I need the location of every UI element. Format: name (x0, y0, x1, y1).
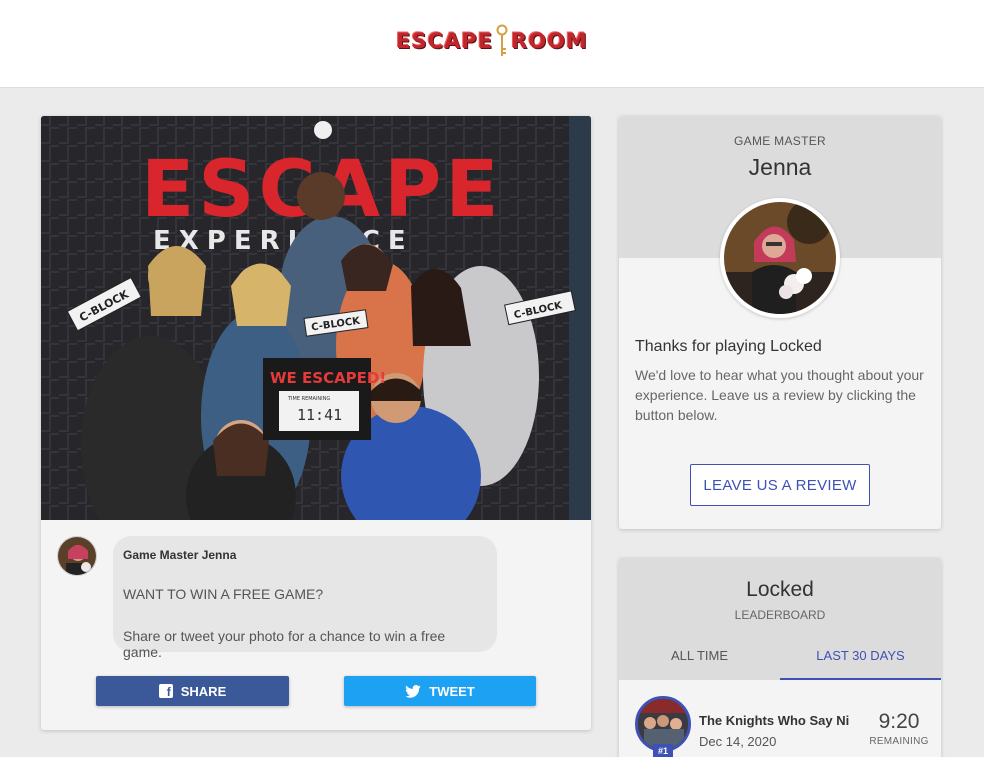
held-sign-time-label: TIME REMAINING (287, 396, 330, 402)
thanks-heading: Thanks for playing Locked (635, 338, 822, 355)
tweet-button[interactable]: TWEET (344, 676, 536, 706)
team-time: 9:20 (878, 710, 920, 733)
leaderboard-entry[interactable]: #1 The Knights Who Say Ni Dec 14, 2020 9… (619, 692, 941, 757)
escape-room-logo[interactable]: ESCAPE ROOM (396, 24, 588, 58)
leaderboard-room-title: Locked (746, 578, 814, 601)
held-sign-time: 11:41 (297, 406, 342, 424)
rank-badge: #1 (653, 744, 673, 757)
leaderboard-card: Locked LEADERBOARD ALL TIME LAST 30 DAYS… (619, 558, 941, 757)
game-master-label: GAME MASTER (734, 134, 826, 148)
message-headline: WANT TO WIN A FREE GAME? (123, 586, 324, 602)
message-author: Game Master Jenna (123, 548, 237, 562)
twitter-icon (405, 684, 422, 698)
logo-text-right: ROOM (511, 28, 588, 53)
share-label: SHARE (180, 683, 227, 699)
team-photo[interactable]: ESCAPE EXPERIENCE (41, 116, 591, 520)
team-name: The Knights Who Say Ni (699, 713, 850, 728)
key-icon (496, 24, 508, 56)
logo-text-left: ESCAPE (396, 28, 494, 53)
thanks-body: We'd love to hear what you thought about… (635, 367, 924, 423)
photo-card: ESCAPE EXPERIENCE (41, 116, 591, 730)
game-master-avatar-small (57, 536, 97, 576)
held-sign-text: WE ESCAPED! (270, 369, 386, 387)
game-master-name: Jenna (748, 154, 812, 180)
leave-review-button[interactable]: LEAVE US A REVIEW (690, 464, 870, 506)
tweet-label: TWEET (429, 683, 475, 699)
game-master-message: Game Master Jenna WANT TO WIN A FREE GAM… (113, 536, 497, 660)
share-button[interactable]: f SHARE (96, 676, 289, 706)
team-remaining-label: REMAINING (869, 736, 929, 747)
leaderboard-subtitle: LEADERBOARD (734, 608, 826, 622)
message-body: Share or tweet your photo for a chance t… (123, 628, 446, 660)
team-date: Dec 14, 2020 (699, 734, 777, 749)
game-master-avatar (720, 198, 840, 318)
leaderboard-header: Locked LEADERBOARD ALL TIME LAST 30 DAYS (619, 558, 941, 680)
tab-all-time[interactable]: ALL TIME (619, 648, 780, 680)
facebook-icon: f (158, 684, 173, 698)
top-bar: ESCAPE ROOM (0, 0, 984, 88)
tab-last-30-days[interactable]: LAST 30 DAYS (780, 648, 941, 680)
game-master-card: GAME MASTER Jenna Thanks for playing Loc… (619, 116, 941, 529)
